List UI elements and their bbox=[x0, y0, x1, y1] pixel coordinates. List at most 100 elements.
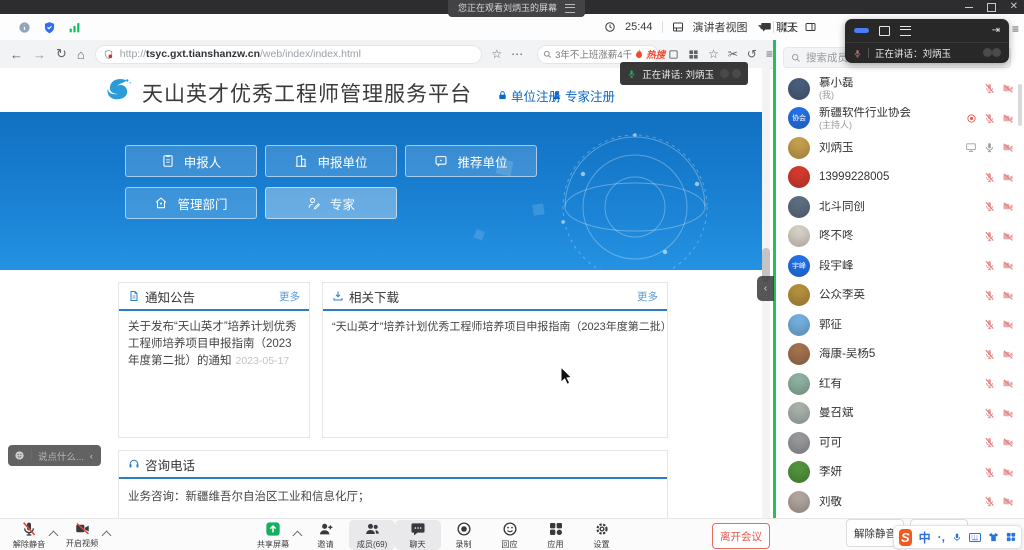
member-name: 北斗同创 bbox=[819, 201, 865, 213]
member-row[interactable]: 宇峰 段宇峰 bbox=[776, 251, 1024, 281]
ime-keyboard-icon[interactable] bbox=[969, 533, 981, 542]
ime-mic-icon[interactable] bbox=[952, 532, 962, 543]
footer-chat-label: 聊天 bbox=[410, 538, 426, 549]
footer-center-controls: 共享屏幕 邀请 成员(69) 聊天 录制 回应 应用 设置 bbox=[250, 520, 625, 550]
member-row[interactable]: 慕小磊(我) bbox=[776, 74, 1024, 104]
applicant-button[interactable]: 申报人 bbox=[125, 145, 257, 177]
download-icon bbox=[332, 290, 344, 302]
member-row[interactable]: 李妍 bbox=[776, 458, 1024, 488]
collapse-left-icon[interactable]: ‹ bbox=[90, 451, 93, 461]
management-dept-button[interactable]: 管理部门 bbox=[125, 187, 257, 219]
notice-more-link[interactable]: 更多 bbox=[279, 289, 300, 304]
footer-unmute-button[interactable]: 解除静音 bbox=[6, 520, 52, 550]
quick-chat-input[interactable]: 说点什么... ‹ bbox=[8, 445, 101, 466]
list-view-icon[interactable] bbox=[900, 26, 911, 36]
member-row[interactable]: 刘炳玉 bbox=[776, 133, 1024, 163]
ime-toolbar[interactable]: S 中 ·, bbox=[893, 525, 1022, 549]
member-row[interactable]: 海康-吴杨5 bbox=[776, 340, 1024, 370]
shared-screen: ← → ↻ ⌂ http://tsyc.gxt.tianshanzw.cn/we… bbox=[0, 40, 776, 518]
ime-punctuation-icon[interactable]: ·, bbox=[938, 530, 945, 544]
member-row[interactable]: 郭征 bbox=[776, 310, 1024, 340]
ime-skin-icon[interactable] bbox=[988, 532, 999, 542]
home-icon[interactable]: ⌂ bbox=[77, 47, 85, 62]
close-icon[interactable]: ✕ bbox=[1010, 2, 1018, 12]
add-bookmark-icon[interactable]: ☆ bbox=[708, 47, 719, 61]
member-row[interactable]: 北斗同创 bbox=[776, 192, 1024, 222]
applicant-unit-button[interactable]: 申报单位 bbox=[265, 145, 397, 177]
footer-record-button[interactable]: 录制 bbox=[441, 520, 487, 550]
mic-off-icon bbox=[984, 408, 995, 419]
footer-apps-button[interactable]: 应用 bbox=[533, 520, 579, 550]
member-row[interactable]: 刘敬 bbox=[776, 487, 1024, 517]
reader-mode-icon[interactable] bbox=[668, 49, 679, 60]
cam-off-icon bbox=[1002, 496, 1014, 507]
side-panel-layout-icon[interactable] bbox=[804, 21, 817, 33]
bookmark-star-icon[interactable]: ☆ bbox=[491, 47, 502, 61]
avatar bbox=[788, 343, 810, 365]
cam-off-icon bbox=[1002, 260, 1014, 271]
member-name: 李妍 bbox=[819, 466, 842, 478]
info-icon[interactable] bbox=[18, 21, 31, 34]
menu-icon[interactable] bbox=[565, 4, 575, 13]
browser-search-box[interactable]: 3年不上班涨薪4千 热搜 bbox=[537, 45, 659, 64]
network-signal-icon[interactable] bbox=[68, 21, 81, 34]
forward-icon[interactable]: → bbox=[33, 47, 46, 62]
expert-register-link[interactable]: 专家注册 bbox=[551, 86, 615, 105]
member-panel: 搜索成员 慕小磊(我) 协会 新疆软件行业协会(主持人) 刘炳玉 1399922… bbox=[776, 40, 1024, 518]
panel-collapse-handle[interactable]: ‹ bbox=[757, 276, 774, 301]
footer-invite-button[interactable]: 邀请 bbox=[303, 520, 349, 550]
address-bar[interactable]: http://tsyc.gxt.tianshanzw.cn/web/index/… bbox=[95, 45, 483, 64]
footer-left-controls: 解除静音 开启视频 bbox=[6, 520, 112, 550]
expert-button[interactable]: 专家 bbox=[265, 187, 397, 219]
more-options-icon[interactable]: ⋯ bbox=[511, 47, 523, 61]
maximize-icon[interactable] bbox=[987, 3, 996, 12]
avatar bbox=[788, 78, 810, 100]
footer-chat-button[interactable]: 聊天 bbox=[395, 520, 441, 550]
reaction-ghost-icons bbox=[720, 69, 741, 78]
member-list-scrollbar[interactable] bbox=[1018, 84, 1022, 126]
reload-icon[interactable]: ↻ bbox=[56, 46, 67, 62]
popout-icon[interactable]: ⇥ bbox=[992, 25, 1000, 36]
audio-mode-indicator[interactable] bbox=[854, 28, 869, 33]
mouse-cursor bbox=[560, 366, 573, 385]
download-item[interactable]: “天山英才”培养计划优秀工程师培养项目申报指南（2023年度第二批）2023-0… bbox=[323, 311, 667, 336]
member-role: (我) bbox=[819, 90, 854, 100]
chat-panel-tab[interactable]: 聊天 bbox=[760, 14, 798, 40]
ime-toolbox-icon[interactable] bbox=[1006, 532, 1016, 542]
footer-settings-button[interactable]: 设置 bbox=[579, 520, 625, 550]
footer-react-button[interactable]: 回应 bbox=[487, 520, 533, 550]
footer-share-screen-button[interactable]: 共享屏幕 bbox=[250, 520, 296, 550]
footer-start-video-button[interactable]: 开启视频 bbox=[59, 520, 105, 550]
member-row[interactable]: 协会 新疆软件行业协会(主持人) bbox=[776, 104, 1024, 134]
minimize-icon[interactable] bbox=[965, 7, 973, 8]
view-mode-selector[interactable]: 演讲者视图 bbox=[693, 19, 748, 35]
watching-screen-pill[interactable]: 您正在观看刘炳玉的屏幕 bbox=[448, 0, 585, 17]
site-security-icon[interactable] bbox=[103, 49, 114, 60]
security-shield-icon[interactable] bbox=[43, 21, 56, 34]
footer-members-button[interactable]: 成员(69) bbox=[349, 520, 395, 550]
panel-menu-icon[interactable]: ≡ bbox=[1012, 22, 1019, 36]
member-row[interactable]: 咚不咚 bbox=[776, 222, 1024, 252]
notice-item[interactable]: 关于发布“天山英才”培养计划优秀工程师培养项目申报指南（2023年度第二批）的通… bbox=[119, 311, 309, 370]
extensions-grid-icon[interactable] bbox=[688, 49, 699, 60]
member-list: 慕小磊(我) 协会 新疆软件行业协会(主持人) 刘炳玉 13999228005 … bbox=[776, 74, 1024, 518]
member-row[interactable]: 公众李英 bbox=[776, 281, 1024, 311]
member-row[interactable]: 13999228005 bbox=[776, 163, 1024, 193]
ime-logo-icon[interactable]: S bbox=[899, 529, 912, 546]
floating-video-dock[interactable]: ⇥ 正在讲话：刘炳玉 bbox=[845, 19, 1009, 63]
cam-off-icon bbox=[1002, 467, 1014, 478]
recommend-unit-button[interactable]: 推荐单位 bbox=[405, 145, 537, 177]
screenshot-scissors-icon[interactable]: ✂ bbox=[728, 47, 738, 61]
mic-off-icon bbox=[984, 319, 995, 330]
browser-menu-icon[interactable]: ≡ bbox=[766, 47, 773, 61]
avatar bbox=[788, 373, 810, 395]
download-more-link[interactable]: 更多 bbox=[637, 289, 658, 304]
member-row[interactable]: 曼召斌 bbox=[776, 399, 1024, 429]
member-row[interactable]: 红有 bbox=[776, 369, 1024, 399]
ime-lang-toggle[interactable]: 中 bbox=[919, 529, 931, 546]
back-icon[interactable]: ← bbox=[10, 47, 23, 62]
video-window-icon[interactable] bbox=[879, 26, 890, 36]
history-icon[interactable]: ↺ bbox=[747, 47, 757, 61]
member-row[interactable]: 可可 bbox=[776, 428, 1024, 458]
leave-meeting-button[interactable]: 离开会议 bbox=[712, 523, 770, 549]
